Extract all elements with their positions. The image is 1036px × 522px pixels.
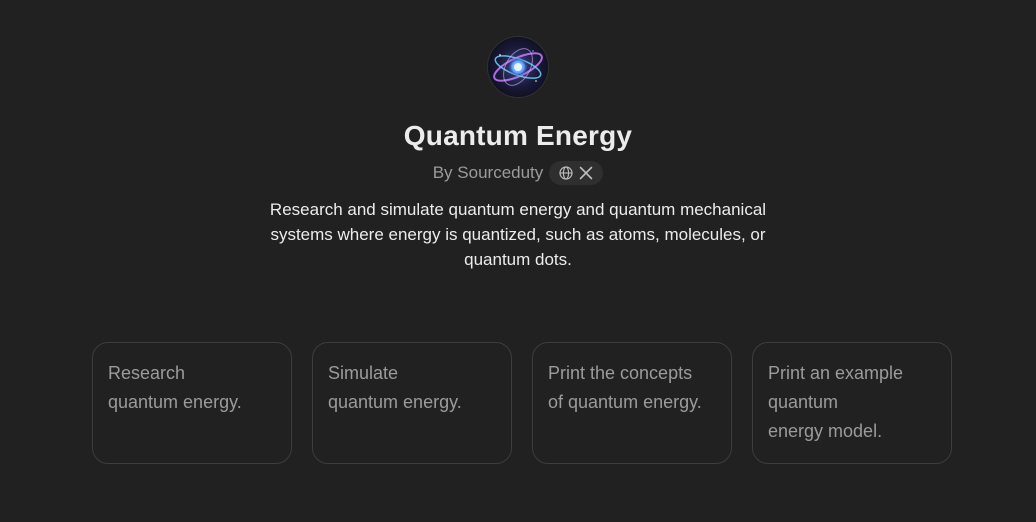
starter-text-line: of quantum energy. <box>548 392 702 412</box>
gpt-header: Quantum Energy By Sourceduty Research an… <box>0 37 1036 272</box>
avatar <box>488 37 548 97</box>
x-logo-icon[interactable] <box>579 166 593 180</box>
gpt-title: Quantum Energy <box>403 120 633 151</box>
author-name: By Sourceduty <box>432 163 544 182</box>
starter-card[interactable]: Print an example quantum energy model. <box>752 342 952 464</box>
starter-card[interactable]: Simulate quantum energy. <box>312 342 512 464</box>
starter-card[interactable]: Research quantum energy. <box>92 342 292 464</box>
starter-text-line: Print an example <box>768 363 904 383</box>
starter-text-line: Research <box>108 363 186 383</box>
quantum-orbital-avatar-icon <box>488 37 548 97</box>
globe-icon[interactable] <box>559 166 573 180</box>
starter-text-line: quantum <box>768 392 839 412</box>
starter-text-line: Print the concepts <box>548 363 693 383</box>
gpt-description: Research and simulate quantum energy and… <box>269 200 767 269</box>
conversation-starters: Research quantum energy. Simulate quantu… <box>92 342 952 464</box>
gpt-landing: Quantum Energy By Sourceduty Research an… <box>0 0 1036 522</box>
starter-text-line: quantum energy. <box>108 392 242 412</box>
starter-text-line: energy model. <box>768 421 883 441</box>
starter-text-line: quantum energy. <box>328 392 462 412</box>
author-line: By Sourceduty <box>433 161 604 185</box>
starter-card[interactable]: Print the concepts of quantum energy. <box>532 342 732 464</box>
starter-text-line: Simulate <box>328 363 399 383</box>
social-links <box>549 161 604 185</box>
